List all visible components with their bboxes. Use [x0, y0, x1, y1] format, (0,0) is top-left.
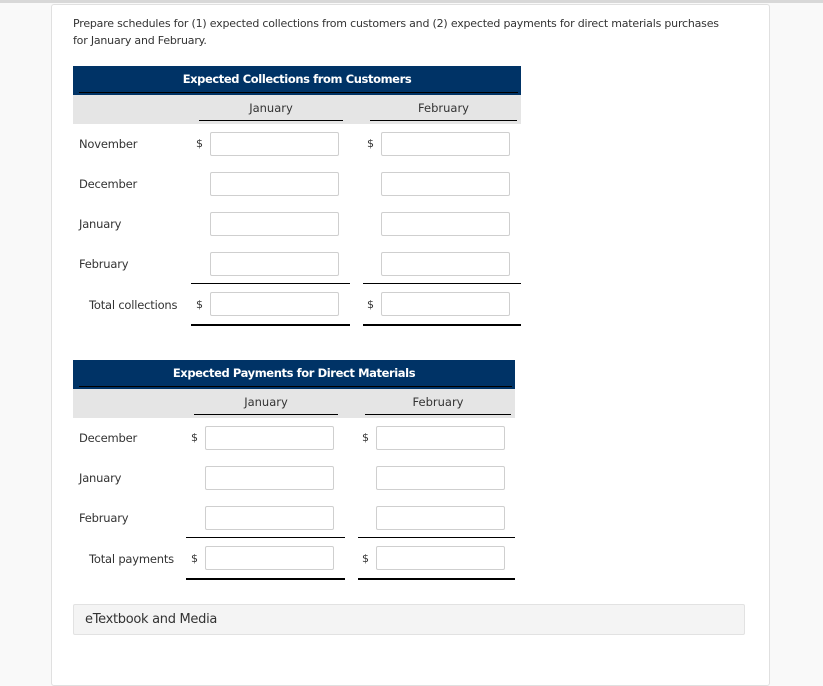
question-prompt: Prepare schedules for (1) expected colle…: [73, 17, 719, 47]
payments-title-bar: Expected Payments for Direct Materials: [73, 360, 515, 389]
dollar-sign: $: [196, 137, 203, 150]
subtotal-rule: [363, 283, 521, 284]
february-january-input[interactable]: [205, 506, 334, 530]
total-double-rule: [186, 578, 345, 580]
total-double-rule: [191, 324, 350, 326]
collections-schedule: Expected Collections from Customers Janu…: [73, 66, 521, 331]
january-january-input[interactable]: [205, 466, 334, 490]
january-february-input[interactable]: [381, 212, 510, 236]
dollar-sign: $: [196, 298, 203, 311]
december-february-input[interactable]: [381, 172, 510, 196]
row-label-january: January: [79, 471, 122, 485]
december-january-input[interactable]: [210, 172, 339, 196]
january-january-input[interactable]: [210, 212, 339, 236]
dollar-sign: $: [191, 552, 198, 565]
dollar-sign: $: [362, 552, 369, 565]
row-label-december: December: [79, 431, 138, 445]
etextbook-media-panel[interactable]: eTextbook and Media: [73, 604, 745, 635]
top-bar: [0, 0, 823, 3]
total-payments-label: Total payments: [89, 552, 174, 566]
total-collections-january-input[interactable]: [210, 292, 339, 316]
total-collections-label: Total collections: [89, 298, 178, 312]
dollar-sign: $: [362, 431, 369, 444]
row-label-february: February: [79, 511, 129, 525]
collections-title: Expected Collections from Customers: [182, 72, 412, 86]
payments-title: Expected Payments for Direct Materials: [172, 366, 416, 380]
december-february-input[interactable]: [376, 426, 505, 450]
column-rule: [365, 414, 511, 415]
row-label-november: November: [79, 137, 138, 151]
february-february-input[interactable]: [381, 252, 510, 276]
row-label-january: January: [79, 217, 122, 231]
row-label-december: December: [79, 177, 138, 191]
dollar-sign: $: [367, 298, 374, 311]
total-payments-january-input[interactable]: [205, 546, 334, 570]
row-label-february: February: [79, 257, 129, 271]
total-double-rule: [363, 324, 521, 326]
title-rule: [79, 386, 512, 387]
december-january-input[interactable]: [205, 426, 334, 450]
february-january-input[interactable]: [210, 252, 339, 276]
november-february-input[interactable]: [381, 132, 510, 156]
payments-schedule: Expected Payments for Direct Materials J…: [73, 360, 515, 585]
total-payments-february-input[interactable]: [376, 546, 505, 570]
february-february-input[interactable]: [376, 506, 505, 530]
november-january-input[interactable]: [210, 132, 339, 156]
etextbook-media-label: eTextbook and Media: [85, 612, 218, 627]
column-rule: [370, 120, 517, 121]
column-rule: [199, 120, 343, 121]
subtotal-rule: [191, 283, 350, 284]
column-february: February: [418, 101, 469, 115]
dollar-sign: $: [367, 137, 374, 150]
collections-column-header: January February: [73, 95, 521, 124]
total-double-rule: [358, 578, 515, 580]
payments-column-header: January February: [73, 389, 515, 418]
subtotal-rule: [186, 537, 345, 538]
total-collections-february-input[interactable]: [381, 292, 510, 316]
january-february-input[interactable]: [376, 466, 505, 490]
collections-title-bar: Expected Collections from Customers: [73, 66, 521, 95]
subtotal-rule: [358, 537, 515, 538]
dollar-sign: $: [191, 431, 198, 444]
column-february: February: [412, 395, 464, 409]
column-january: January: [249, 101, 293, 115]
column-january: January: [244, 395, 288, 409]
column-rule: [194, 414, 338, 415]
title-rule: [79, 92, 518, 93]
